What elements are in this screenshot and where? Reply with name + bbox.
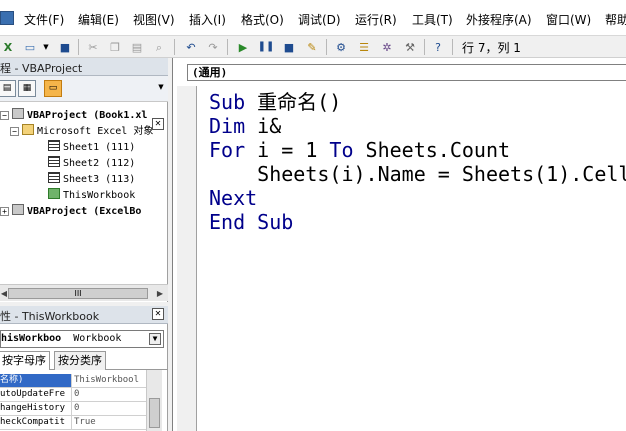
project-toolbar: ▤ ▦ ▭ ▼ <box>0 76 168 102</box>
property-row[interactable]: heckCompatit True <box>0 416 146 430</box>
chevron-down-icon[interactable]: ▼ <box>155 80 167 97</box>
code-text: i = 1 <box>245 138 330 162</box>
code-keyword: To <box>329 138 354 162</box>
help-icon[interactable]: ? <box>430 39 446 55</box>
dropdown-arrow-icon[interactable]: ▼ <box>38 39 54 55</box>
menu-insert[interactable]: 插入(I) <box>189 11 226 28</box>
project-explorer-icon[interactable]: ⚙ <box>333 39 349 55</box>
design-mode-icon[interactable]: ✎ <box>304 39 320 55</box>
excel-view-icon[interactable]: X <box>0 39 16 55</box>
properties-window: 性 - ThisWorkbook ✕ hisWorkboo Workbook ▼… <box>0 306 168 431</box>
tree-item-thisworkbook[interactable]: ThisWorkbook <box>48 188 135 204</box>
paste-icon[interactable]: ▤ <box>129 39 145 55</box>
folder-icon <box>22 124 34 135</box>
scroll-left-icon[interactable]: ◀ <box>0 288 8 299</box>
menu-help[interactable]: 帮助 <box>605 11 626 28</box>
scroll-right-icon[interactable]: ▶ <box>156 288 164 299</box>
properties-window-icon[interactable]: ☰ <box>356 39 372 55</box>
tree-item-sheet3[interactable]: Sheet3 (113) <box>48 172 135 188</box>
project-explorer-title: 程 - VBAProject <box>0 58 168 76</box>
code-line[interactable]: Sub 重命名() <box>209 90 626 114</box>
menu-addins[interactable]: 外接程序(A) <box>466 11 532 28</box>
save-icon[interactable]: ■ <box>57 39 73 55</box>
sheet-icon <box>48 140 60 151</box>
standard-toolbar: X ▭ ▼ ■ ✂ ❐ ▤ ⌕ ↶ ↷ ▶ ❚❚ ■ ✎ ⚙ ☰ ✲ ⚒ ? 行… <box>0 36 626 58</box>
chevron-down-icon[interactable]: ▼ <box>149 333 161 345</box>
tree-item-vbaproject-excelbook[interactable]: + VBAProject (ExcelBo <box>0 204 141 220</box>
view-code-icon[interactable]: ▤ <box>0 80 16 97</box>
object-combo[interactable]: (通用) <box>187 64 626 81</box>
project-horizontal-scrollbar[interactable]: ◀ III ▶ <box>0 284 168 301</box>
menu-debug[interactable]: 调试(D) <box>298 11 341 28</box>
menubar: 文件(F) 编辑(E) 视图(V) 插入(I) 格式(O) 调试(D) 运行(R… <box>0 0 626 36</box>
tree-item-excel-objects[interactable]: − Microsoft Excel 对象 <box>10 124 153 140</box>
menu-run[interactable]: 运行(R) <box>355 11 397 28</box>
tree-item-vbaproject-book1[interactable]: − VBAProject (Book1.xl <box>0 108 147 124</box>
run-icon[interactable]: ▶ <box>235 39 251 55</box>
workbook-icon <box>48 188 60 199</box>
code-keyword: End Sub <box>209 210 294 234</box>
menu-tools[interactable]: 工具(T) <box>412 11 453 28</box>
object-browser-icon[interactable]: ✲ <box>379 39 395 55</box>
vba-project-icon <box>12 108 24 119</box>
code-text: Sheets(i).Name = Sheets(1).Cell <box>209 162 626 186</box>
tree-item-sheet1[interactable]: Sheet1 (111) <box>48 140 135 156</box>
properties-vertical-scrollbar[interactable] <box>146 370 162 431</box>
undo-icon[interactable]: ↶ <box>183 39 199 55</box>
code-keyword: Sub <box>209 90 246 114</box>
property-row[interactable]: 名称) ThisWorkbool <box>0 374 146 388</box>
scroll-thumb[interactable]: III <box>8 288 148 299</box>
code-window: (通用) Sub 重命名() Dim i& For i = 1 To Sheets.… <box>172 58 626 431</box>
tree-item-sheet2[interactable]: Sheet2 (112) <box>48 156 135 172</box>
sheet-icon <box>48 156 60 167</box>
project-explorer: 程 - VBAProject ✕ ▤ ▦ ▭ ▼ − VBAProject (Bo… <box>0 58 168 302</box>
menu-edit[interactable]: 编辑(E) <box>78 11 119 28</box>
properties-window-title: 性 - ThisWorkbook <box>0 306 168 324</box>
code-keyword: Next <box>209 186 258 210</box>
cut-icon[interactable]: ✂ <box>85 39 101 55</box>
property-row[interactable]: hangeHistory 0 <box>0 402 146 416</box>
property-row[interactable]: utoUpdateFre 0 <box>0 388 146 402</box>
code-keyword: Dim <box>209 114 246 138</box>
copy-icon[interactable]: ❐ <box>107 39 123 55</box>
vba-project-icon <box>12 204 24 215</box>
menu-file[interactable]: 文件(F) <box>24 11 64 28</box>
toolbox-icon[interactable]: ⚒ <box>402 39 418 55</box>
margin-indicator-bar[interactable] <box>177 86 197 431</box>
tab-categorized[interactable]: 按分类序 <box>54 351 106 370</box>
close-icon[interactable]: ✕ <box>152 118 164 130</box>
property-tabs: 按字母序 按分类序 <box>0 351 168 370</box>
code-line[interactable]: For i = 1 To Sheets.Count <box>209 138 626 162</box>
object-selector[interactable]: hisWorkboo Workbook ▼ <box>0 330 164 348</box>
code-keyword: For <box>209 138 246 162</box>
code-text: Sheets.Count <box>353 138 511 162</box>
scroll-thumb[interactable] <box>149 398 160 428</box>
code-editor[interactable]: Sub 重命名() Dim i& For i = 1 To Sheets.Count… <box>209 90 626 234</box>
insert-module-icon[interactable]: ▭ <box>22 39 38 55</box>
code-text: i& <box>245 114 282 138</box>
toggle-folders-icon[interactable]: ▭ <box>44 80 62 97</box>
find-icon[interactable]: ⌕ <box>151 39 167 55</box>
code-line[interactable]: Sheets(i).Name = Sheets(1).Cell <box>209 162 626 186</box>
menu-window[interactable]: 窗口(W) <box>546 11 591 28</box>
tab-alphabetic[interactable]: 按字母序 <box>0 351 50 370</box>
code-line[interactable]: Dim i& <box>209 114 626 138</box>
code-text: 重命名() <box>245 90 342 114</box>
break-icon[interactable]: ❚❚ <box>258 39 275 55</box>
reset-icon[interactable]: ■ <box>281 39 297 55</box>
menu-view[interactable]: 视图(V) <box>133 11 175 28</box>
close-icon[interactable]: ✕ <box>152 308 164 320</box>
code-line[interactable]: End Sub <box>209 210 626 234</box>
vba-app-icon[interactable] <box>0 11 14 25</box>
view-object-icon[interactable]: ▦ <box>18 80 36 97</box>
sheet-icon <box>48 172 60 183</box>
menu-format[interactable]: 格式(O) <box>241 11 284 28</box>
redo-icon[interactable]: ↷ <box>205 39 221 55</box>
code-line[interactable]: Next <box>209 186 626 210</box>
cursor-position: 行 7，列 1 <box>462 41 521 55</box>
